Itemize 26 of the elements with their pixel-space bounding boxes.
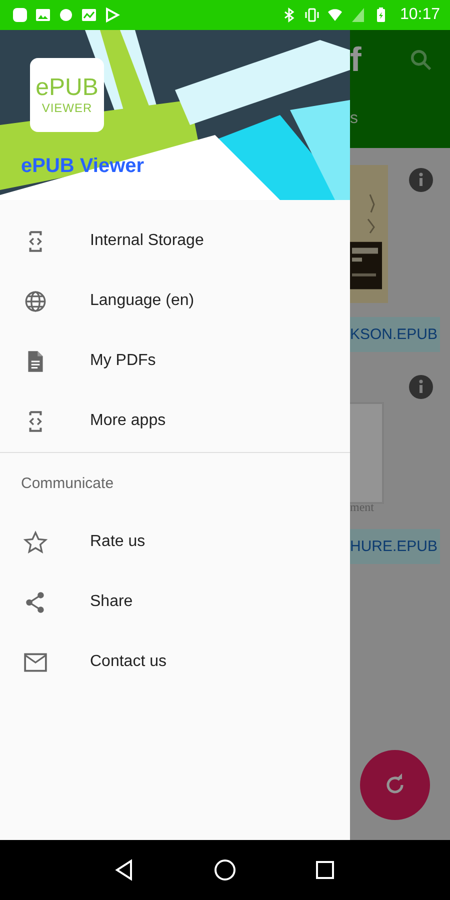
section-title: Communicate bbox=[20, 474, 115, 494]
menu-item[interactable]: Language (en) bbox=[0, 271, 350, 331]
chart-icon bbox=[81, 7, 97, 23]
globe-icon bbox=[23, 288, 48, 314]
app-bar-text: f bbox=[350, 40, 362, 80]
menu-item[interactable]: Rate us bbox=[0, 512, 350, 572]
recents-button[interactable] bbox=[313, 858, 337, 882]
signal-icon bbox=[350, 7, 366, 23]
circle-icon bbox=[58, 7, 74, 23]
vibrate-icon bbox=[304, 7, 320, 23]
notification-icon bbox=[12, 7, 28, 23]
home-button[interactable] bbox=[213, 858, 237, 882]
image-icon bbox=[35, 7, 51, 23]
star-icon bbox=[23, 530, 48, 554]
menu-item[interactable]: More apps bbox=[0, 391, 350, 451]
menu-item[interactable]: My PDFs bbox=[0, 331, 350, 391]
menu-item[interactable]: Share bbox=[0, 572, 350, 632]
menu-item[interactable]: Internal Storage bbox=[0, 211, 350, 271]
logo-subtext: VIEWER bbox=[42, 101, 92, 115]
logo-text: ePUB bbox=[36, 75, 98, 101]
clock: 10:17 bbox=[400, 6, 440, 24]
play-store-icon bbox=[104, 7, 120, 23]
menu-item[interactable]: Contact us bbox=[0, 632, 350, 692]
wifi-icon bbox=[326, 7, 343, 23]
info-icon[interactable] bbox=[409, 375, 433, 399]
info-icon[interactable] bbox=[409, 168, 433, 192]
